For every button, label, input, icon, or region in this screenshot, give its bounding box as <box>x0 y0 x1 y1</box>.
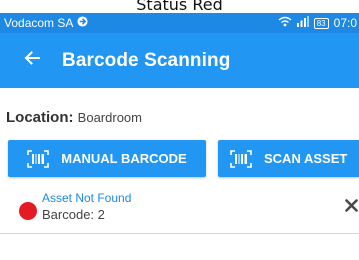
sync-icon <box>77 16 88 30</box>
item-title: Asset Not Found <box>42 191 132 205</box>
clock: 07:0 <box>333 16 357 30</box>
manual-barcode-label: MANUAL BARCODE <box>61 151 187 166</box>
battery-indicator: 83 <box>313 17 329 29</box>
scan-asset-button[interactable]: SCAN ASSET <box>218 140 359 177</box>
wifi-icon <box>278 16 292 30</box>
location-label: Location: <box>6 109 74 126</box>
arrow-left-icon <box>24 51 40 70</box>
signal-icon <box>296 16 309 30</box>
app-bar: Barcode Scanning <box>0 33 359 88</box>
barcode-icon <box>27 149 50 168</box>
carrier-name: Vodacom SA <box>4 16 74 30</box>
list-item[interactable]: Asset Not Found Barcode: 2 <box>0 190 359 230</box>
barcode-icon <box>230 149 252 168</box>
page-title: Barcode Scanning <box>62 49 231 71</box>
status-indicator-red <box>19 202 37 220</box>
location-line: Location: Boardroom <box>6 109 142 126</box>
location-value: Boardroom <box>77 110 142 125</box>
status-bar-right: 83 07:0 <box>278 16 357 30</box>
divider <box>0 233 359 234</box>
back-button[interactable] <box>0 33 62 88</box>
manual-barcode-button[interactable]: MANUAL BARCODE <box>8 140 206 177</box>
status-bar: Vodacom SA 83 07:0 <box>0 13 359 33</box>
scan-asset-label: SCAN ASSET <box>264 151 348 166</box>
close-icon[interactable] <box>345 199 358 217</box>
item-barcode: Barcode: 2 <box>42 207 105 222</box>
status-bar-left: Vodacom SA <box>4 16 88 30</box>
